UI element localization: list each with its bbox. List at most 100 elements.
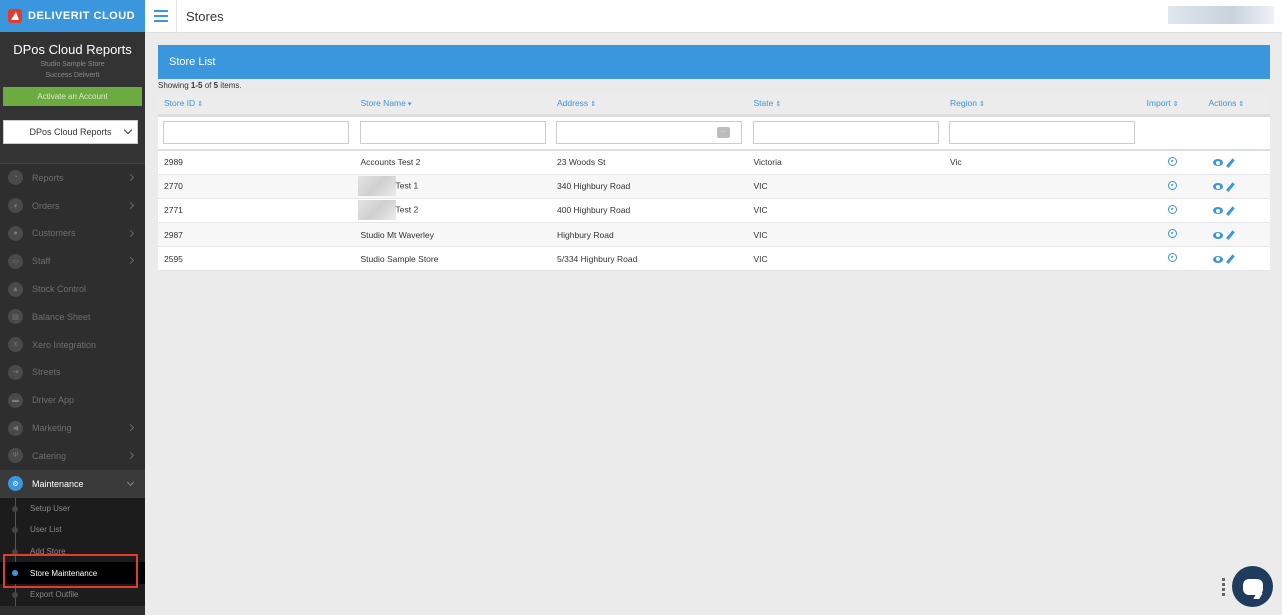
import-icon[interactable] [1167, 204, 1177, 214]
store-list-panel: Store List Showing 1-5 of 5 items. Store… [158, 45, 1270, 272]
store-name-cell: Test 1 [354, 174, 551, 199]
sidebar-item-driver-app[interactable]: ▬ Driver App [0, 386, 145, 414]
sidebar-item-maintenance[interactable]: ⚙ Maintenance [0, 469, 145, 498]
menu-toggle-icon[interactable] [145, 0, 177, 33]
report-select[interactable]: DPos Cloud Reports [3, 120, 138, 144]
view-eye-icon[interactable] [1212, 159, 1223, 167]
chevron-right-icon [126, 257, 135, 265]
sidebar-item-balance-sheet[interactable]: ▤ Balance Sheet [0, 303, 145, 331]
sidebar-item-staff[interactable]: ▭ Staff [0, 247, 145, 275]
subnav-item-add-store[interactable]: Add Store [0, 541, 145, 563]
sidebar-item-label: Streets [32, 367, 61, 378]
chevron-right-icon [126, 424, 135, 432]
store-name-cell: Accounts Test 2 [354, 150, 551, 175]
cogs-icon: ⚙ [8, 476, 23, 492]
import-cell [1140, 150, 1203, 175]
chevron-right-icon [126, 201, 135, 209]
import-icon[interactable] [1167, 253, 1177, 263]
column-header-store-name[interactable]: Store Name ▾ [354, 93, 551, 117]
megaphone-icon: ◀ [8, 420, 23, 436]
import-cell [1140, 198, 1203, 224]
region-filter[interactable] [949, 121, 1135, 145]
import-icon[interactable] [1167, 229, 1177, 239]
state-filter[interactable] [752, 121, 939, 145]
sidebar-item-orders[interactable]: ▾ Orders [0, 192, 145, 220]
edit-pencil-icon[interactable] [1225, 206, 1234, 216]
drag-handle-icon[interactable] [1222, 578, 1226, 596]
sidebar-item-xero-integration[interactable]: x Xero Integration [0, 331, 145, 359]
view-eye-icon[interactable] [1212, 207, 1223, 215]
store-id-cell: 2595 [158, 246, 355, 272]
store-name-filter[interactable] [359, 121, 546, 145]
more-icon[interactable]: ··· [717, 127, 730, 139]
actions-cell [1202, 246, 1270, 272]
chevron-down-icon [123, 125, 133, 135]
deliverit-logo-icon [8, 9, 22, 23]
column-header-actions[interactable]: Actions ⇕ [1202, 93, 1270, 117]
import-icon[interactable] [1167, 156, 1177, 166]
store-id-filter[interactable] [163, 121, 349, 145]
region-cell [944, 222, 1141, 248]
redacted-block [357, 200, 396, 221]
subnav-item-setup-user[interactable]: Setup User [0, 498, 145, 520]
chevron-right-icon [126, 229, 135, 237]
sidebar-item-label: Customers [32, 228, 76, 239]
edit-pencil-icon[interactable] [1225, 230, 1234, 240]
store-table: Store ID ⇕ Store Name ▾ Address ⇕ State ⇕ Region… [158, 93, 1270, 272]
table-header-row: Store ID ⇕ Store Name ▾ Address ⇕ State ⇕ Region… [158, 93, 1270, 117]
subnav-item-store-maintenance[interactable]: Store Maintenance [0, 562, 145, 584]
view-eye-icon[interactable] [1212, 183, 1223, 191]
subnav-item-export-outfile[interactable]: Export Outfile [0, 584, 145, 606]
sidebar-item-catering[interactable]: Ψ Catering [0, 442, 145, 470]
store-name-cell: Studio Sample Store [354, 246, 551, 272]
table-summary: Showing 1-5 of 5 items. [158, 81, 242, 90]
sidebar-item-label: Orders [32, 200, 60, 211]
region-cell [944, 246, 1141, 272]
pie-chart-icon: ◔ [8, 170, 23, 186]
signpost-icon: ⇥ [8, 364, 23, 380]
subnav-item-user-list[interactable]: User List [0, 519, 145, 541]
sidebar-item-customers[interactable]: ● Customers [0, 220, 145, 248]
activate-account-button[interactable]: Activate an Account [3, 87, 142, 106]
view-eye-icon[interactable] [1212, 231, 1223, 239]
chat-button[interactable] [1232, 566, 1273, 607]
column-header-state[interactable]: State ⇕ [747, 93, 944, 117]
state-cell: VIC [747, 174, 944, 199]
xero-icon: x [8, 337, 23, 353]
view-eye-icon[interactable] [1212, 255, 1223, 263]
table-row: 2595 Studio Sample Store 5/334 Highbury Ro… [158, 246, 1270, 272]
sidebar-item-streets[interactable]: ⇥ Streets [0, 359, 145, 387]
column-header-region[interactable]: Region ⇕ [944, 93, 1141, 117]
panel-heading: Store List [158, 45, 1270, 79]
edit-pencil-icon[interactable] [1225, 158, 1234, 168]
store-id-cell: 2770 [158, 174, 355, 199]
import-cell [1140, 174, 1203, 199]
sidebar-item-marketing[interactable]: ◀ Marketing [0, 414, 145, 442]
id-card-icon: ▭ [8, 253, 23, 269]
sidebar-item-reports[interactable]: ◔ Reports [0, 164, 145, 192]
address-filter[interactable]: ··· [556, 121, 742, 145]
store-name-cell: Studio Mt Waverley [354, 222, 551, 248]
column-header-address[interactable]: Address ⇕ [551, 93, 748, 117]
edit-pencil-icon[interactable] [1225, 254, 1234, 264]
sidebar-item-label: Staff [32, 256, 51, 267]
sort-icon: ⇕ [197, 101, 204, 109]
sidebar-item-stock-control[interactable]: ▲ Stock Control [0, 275, 145, 303]
chevron-right-icon [126, 451, 135, 460]
column-header-import[interactable]: Import ⇕ [1140, 93, 1203, 117]
cart-icon: ▾ [8, 198, 23, 214]
column-header-store-id[interactable]: Store ID ⇕ [158, 93, 355, 117]
sort-icon: ⇕ [1238, 101, 1245, 109]
users-icon: ● [8, 225, 23, 241]
store-id-cell: 2989 [158, 150, 355, 175]
edit-pencil-icon[interactable] [1225, 182, 1234, 192]
brand-bar[interactable]: DELIVERIT CLOUD [0, 0, 145, 32]
import-icon[interactable] [1167, 180, 1177, 190]
state-cell: VIC [747, 198, 944, 224]
sidebar: DELIVERIT CLOUD DPos Cloud Reports Studi… [0, 0, 145, 615]
user-menu[interactable] [1168, 6, 1274, 24]
store-name-cell: Test 2 [354, 198, 551, 224]
sidebar-item-label: Xero Integration [32, 339, 97, 350]
address-cell: 340 Highbury Road [551, 174, 748, 199]
sheet-icon: ▤ [8, 309, 23, 325]
